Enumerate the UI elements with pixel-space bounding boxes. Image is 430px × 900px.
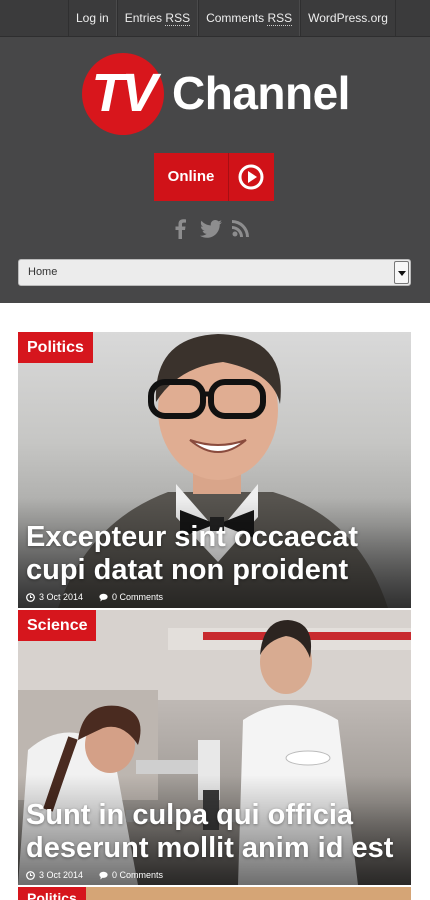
rss-abbr: RSS (267, 11, 293, 26)
facebook-icon[interactable] (174, 219, 186, 241)
logo-badge[interactable]: TV (82, 53, 164, 135)
online-button[interactable]: Online (154, 153, 274, 201)
article-card[interactable]: Politics Excepteur sint occaecat cupi da… (18, 332, 411, 608)
article-comments[interactable]: 0 Comments (112, 592, 163, 602)
chevron-down-icon[interactable] (394, 261, 409, 284)
rss-icon[interactable] (232, 219, 250, 241)
comment-icon (99, 871, 108, 880)
login-link[interactable]: Log in (68, 0, 117, 36)
twitter-icon[interactable] (200, 219, 222, 241)
entries-label: Entries (124, 11, 163, 25)
nav-select[interactable]: Home (18, 259, 411, 286)
site-header: TV Channel Online Home (0, 37, 430, 303)
category-badge[interactable]: Politics (18, 887, 86, 900)
top-bar: Log in Entries RSS Comments RSS WordPres… (0, 0, 430, 37)
entries-rss-link[interactable]: Entries RSS (116, 0, 199, 36)
play-icon (229, 153, 274, 201)
comments-label: Comments (206, 11, 265, 25)
logo-text[interactable]: Channel (172, 65, 350, 121)
online-button-label: Online (167, 168, 215, 185)
comment-icon (99, 593, 108, 602)
wordpress-label: WordPress.org (308, 11, 388, 25)
clock-icon (26, 870, 35, 880)
article-card[interactable]: Science Sunt in culpa qui officia deseru… (18, 610, 411, 885)
article-card[interactable]: Politics (18, 887, 411, 900)
wordpress-link[interactable]: WordPress.org (300, 0, 396, 36)
article-date: 3 Oct 2014 (39, 870, 84, 880)
article-title[interactable]: Excepteur sint occaecat cupi datat non p… (26, 521, 411, 587)
top-nav: Log in Entries RSS Comments RSS WordPres… (68, 0, 396, 36)
article-title[interactable]: Sunt in culpa qui officia deserunt molli… (26, 799, 411, 865)
category-badge[interactable]: Science (18, 610, 97, 641)
logo-badge-text: TV (91, 63, 157, 123)
nav-select-value: Home (28, 266, 58, 278)
rss-abbr: RSS (165, 11, 191, 26)
article-meta: 3 Oct 2014 0 Comments (26, 590, 163, 604)
comments-rss-link[interactable]: Comments RSS (198, 0, 301, 36)
article-meta: 3 Oct 2014 0 Comments (26, 868, 163, 882)
category-badge[interactable]: Politics (18, 332, 93, 363)
login-label: Log in (76, 11, 109, 25)
article-comments[interactable]: 0 Comments (112, 870, 163, 880)
clock-icon (26, 592, 35, 602)
article-date: 3 Oct 2014 (39, 592, 84, 602)
